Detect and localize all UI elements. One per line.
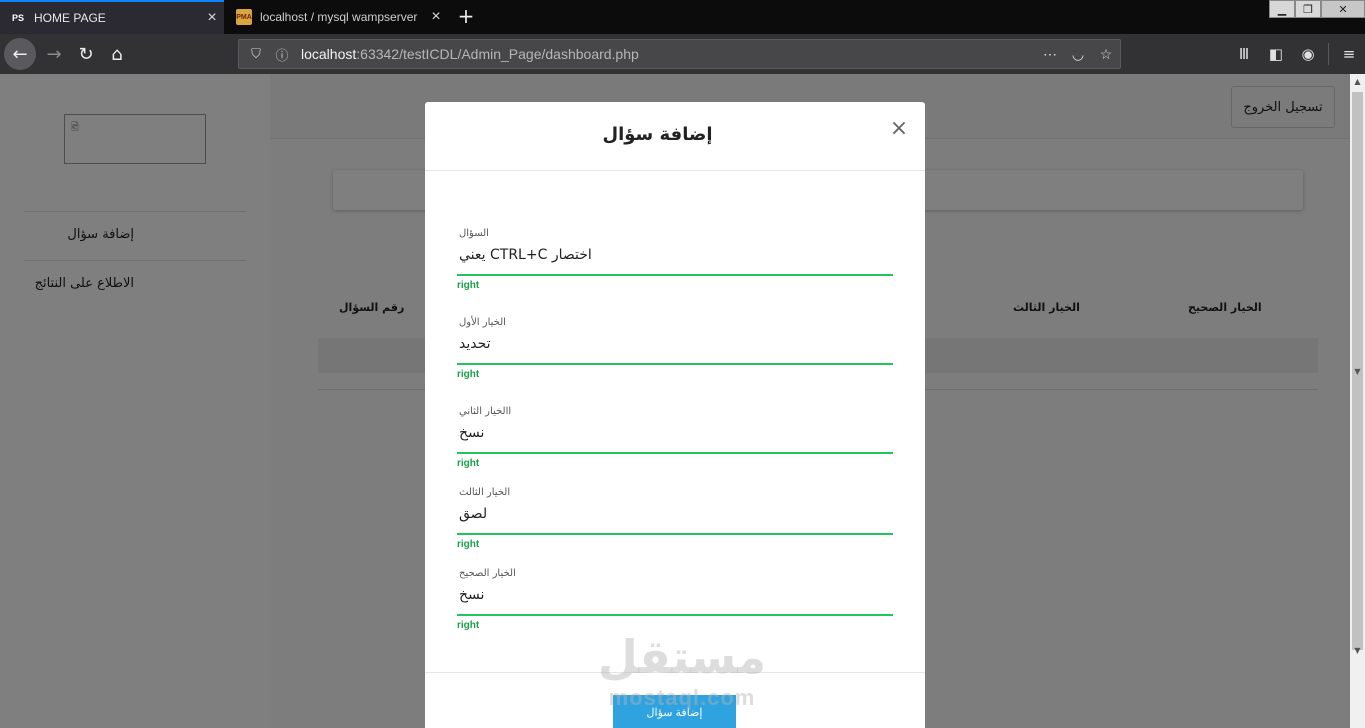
maximize-icon[interactable]: ❐ — [1295, 0, 1321, 18]
account-icon[interactable]: ◉ — [1292, 45, 1324, 63]
option-two-label: االخيار الثاني — [459, 406, 512, 417]
add-question-modal: إضافة سؤال × السؤال يعني CTRL+C اختصار r… — [425, 102, 925, 728]
tab-title: localhost / mysql wampserver — [260, 10, 418, 24]
option-three-field: الخيار الثالث لصق right — [457, 487, 893, 550]
option-one-validation-hint: right — [457, 369, 480, 380]
option-two-validation-hint: right — [457, 458, 480, 469]
shield-icon[interactable]: ⛉ — [247, 46, 265, 62]
tab-bar: PS HOME PAGE × PMA localhost / mysql wam… — [0, 0, 1365, 34]
close-icon[interactable]: × — [888, 118, 910, 140]
bookmark-star-icon[interactable]: ☆ — [1092, 46, 1120, 63]
phpmyadmin-favicon-icon: PMA — [236, 9, 252, 25]
correct-option-field: الخيار الصحيح نسخ right — [457, 568, 893, 631]
toolbar-right: Ⅲ ◧ ◉ ≡ — [1228, 38, 1365, 70]
scroll-up-icon[interactable]: ▲ — [1350, 74, 1365, 90]
close-tab-icon[interactable]: × — [424, 8, 448, 26]
scroll-mid-icon: ▼ — [1354, 367, 1361, 376]
add-question-submit-button[interactable]: إضافة سؤال — [613, 695, 736, 728]
modal-title: إضافة سؤال — [602, 124, 713, 145]
option-two-input[interactable]: نسخ — [457, 420, 893, 454]
hamburger-menu-icon[interactable]: ≡ — [1333, 45, 1365, 63]
address-bar[interactable]: ⛉ ⓘ localhost:63342/testICDL/Admin_Page/… — [238, 39, 1121, 69]
forward-arrow-icon[interactable]: → — [38, 38, 70, 70]
option-three-label: الخيار الثالث — [459, 487, 511, 498]
question-validation-hint: right — [457, 280, 480, 291]
option-three-input[interactable]: لصق — [457, 501, 893, 535]
tab-phpmyadmin[interactable]: PMA localhost / mysql wampserver × — [226, 0, 448, 34]
reload-icon[interactable]: ↻ — [70, 38, 102, 70]
toolbar-divider — [1328, 43, 1329, 65]
window-close-icon[interactable]: ✕ — [1321, 0, 1365, 18]
question-field: السؤال يعني CTRL+C اختصار right — [457, 228, 893, 291]
minimize-icon[interactable]: ▁ — [1269, 0, 1295, 18]
correct-option-validation-hint: right — [457, 620, 480, 631]
question-label: السؤال — [459, 228, 489, 239]
option-three-validation-hint: right — [457, 539, 480, 550]
window-controls: ▁ ❐ ✕ — [1269, 0, 1365, 18]
page-scrollbar[interactable]: ▲ ▼ ▼ — [1350, 74, 1365, 728]
back-arrow-icon[interactable]: ← — [4, 38, 36, 70]
correct-option-input[interactable]: نسخ — [457, 582, 893, 616]
tab-title: HOME PAGE — [34, 11, 106, 25]
page-actions-icon[interactable]: ⋯ — [1036, 46, 1064, 63]
sidebar-toggle-icon[interactable]: ◧ — [1260, 45, 1292, 63]
tab-home-page[interactable]: PS HOME PAGE × — [0, 0, 224, 34]
scroll-down-icon[interactable]: ▼ — [1350, 643, 1365, 659]
info-icon[interactable]: ⓘ — [273, 45, 291, 64]
question-input[interactable]: يعني CTRL+C اختصار — [457, 242, 893, 276]
close-tab-icon[interactable]: × — [200, 9, 224, 27]
option-two-field: االخيار الثاني نسخ right — [457, 406, 893, 469]
modal-header: إضافة سؤال × — [425, 102, 925, 171]
new-tab-plus-icon[interactable]: + — [454, 4, 478, 28]
navigation-toolbar: ← → ↻ ⌂ ⛉ ⓘ localhost:63342/testICDL/Adm… — [0, 34, 1365, 74]
modal-footer: إضافة سؤال — [425, 672, 925, 728]
phpstorm-favicon-icon: PS — [11, 13, 24, 23]
correct-option-label: الخيار الصحيح — [459, 568, 516, 579]
option-one-input[interactable]: تحديد — [457, 331, 893, 365]
pocket-icon[interactable]: ◡ — [1064, 46, 1092, 63]
library-icon[interactable]: Ⅲ — [1228, 45, 1260, 63]
option-one-field: الخيار الأول تحديد right — [457, 317, 893, 380]
url-text[interactable]: localhost:63342/testICDL/Admin_Page/dash… — [301, 46, 1036, 62]
home-icon[interactable]: ⌂ — [101, 38, 133, 70]
option-one-label: الخيار الأول — [459, 317, 506, 328]
